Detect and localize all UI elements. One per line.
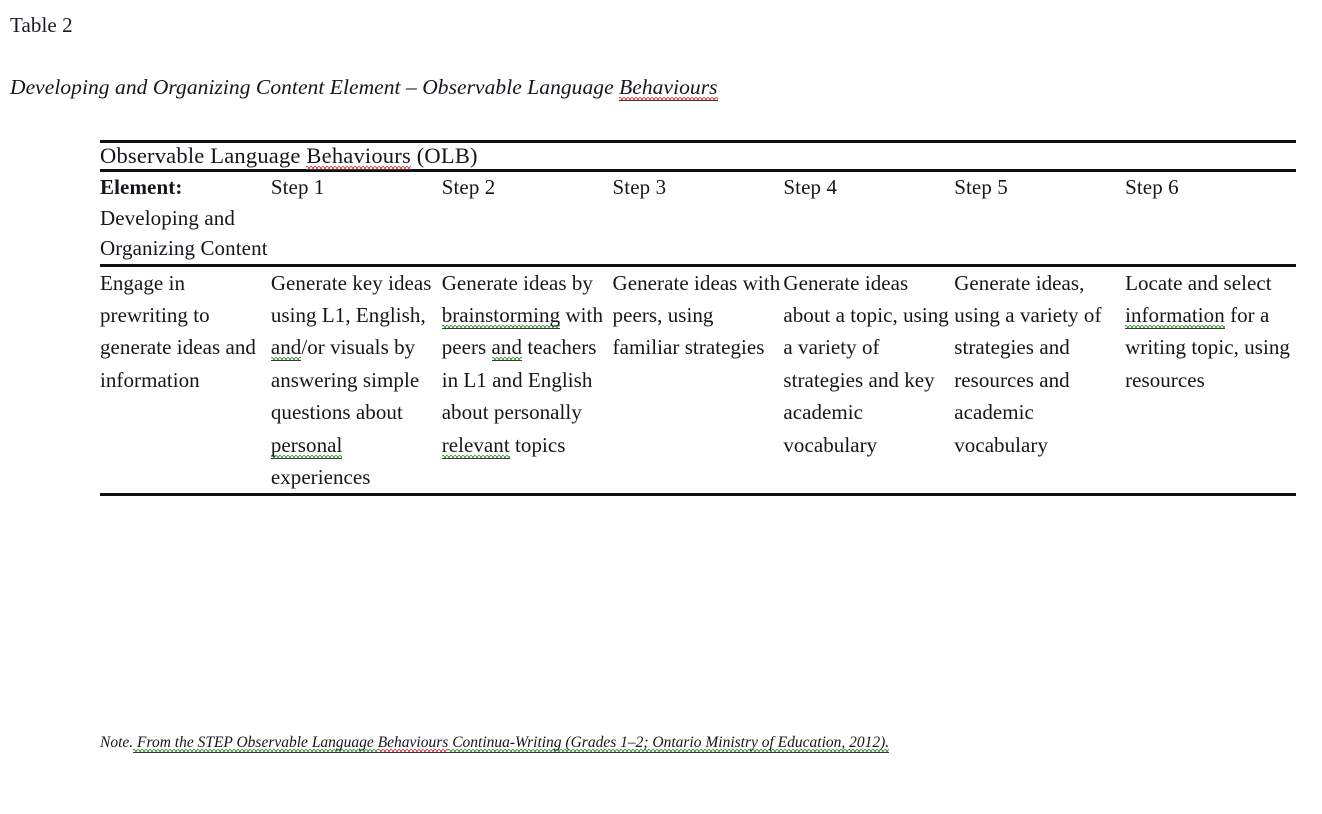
table-title: Developing and Organizing Content Elemen…	[10, 72, 1300, 102]
banner-misspelled-word: Behaviours	[306, 143, 411, 170]
grammar-flagged-text: personal	[270, 432, 343, 459]
table-number-label: Table 2	[10, 13, 73, 37]
note-source: From the STEP Observable Language Behavi…	[133, 734, 890, 753]
plain-text: Generate ideas with peers, using familia…	[612, 270, 781, 360]
row-element-description: Engage in prewriting to generate ideas a…	[100, 270, 256, 392]
cell-step-4: Generate ideas about a topic, using a va…	[783, 265, 954, 495]
table-note: Note. From the STEP Observable Language …	[100, 730, 1000, 755]
column-header-step-3: Step 3	[612, 175, 667, 199]
grammar-flagged-text: brainstorming	[441, 302, 561, 329]
plain-text: Generate ideas, using a variety of strat…	[954, 270, 1102, 457]
cell-step-1: Generate key ideas using L1, English, an…	[270, 265, 442, 495]
grammar-flagged-text: From the STEP Observable Language	[133, 734, 378, 753]
plain-text: topics	[509, 432, 566, 457]
cell-step-6: Locate and select information for a writ…	[1125, 265, 1296, 495]
grammar-flagged-text: Continua-Writing (Grades 1–2; Ontario Mi…	[448, 734, 890, 753]
plain-text: Generate key ideas using L1, English,	[270, 270, 432, 327]
table-banner-cell: Observable Language Behaviours (OLB)	[100, 140, 1296, 172]
note-label: Note.	[100, 734, 134, 751]
plain-text: Locate and select	[1125, 270, 1272, 295]
cell-step-3: Generate ideas with peers, using familia…	[613, 265, 784, 495]
table-title-text: Developing and Organizing Content Elemen…	[10, 75, 620, 99]
plain-text: Generate ideas about a topic, using a va…	[783, 270, 949, 457]
cell-step-2: Generate ideas by brainstorming with pee…	[441, 265, 613, 495]
column-header-step-6: Step 6	[1125, 175, 1179, 199]
element-bold-prefix: Element:	[100, 175, 183, 199]
grammar-flagged-text: and	[270, 335, 302, 362]
table-banner-row: Observable Language Behaviours (OLB)	[100, 140, 1296, 172]
table-caption-block: Table 2 Developing and Organizing Conten…	[10, 10, 1300, 102]
grammar-flagged-text: relevant	[441, 432, 510, 459]
column-header-step-1: Step 1	[270, 175, 325, 199]
misspelled-word: Behaviours	[377, 734, 449, 753]
plain-text: Generate ideas by	[441, 270, 593, 295]
element-label: Developing and Organizing Content	[100, 205, 268, 261]
observable-language-behaviours-table: Observable Language Behaviours (OLB) Ele…	[100, 140, 1296, 496]
column-header-element: Element: Developing and Organizing Conte…	[100, 171, 271, 266]
column-header-step-4: Step 4	[783, 175, 838, 199]
cell-step-5: Generate ideas, using a variety of strat…	[954, 265, 1125, 495]
plain-text: experiences	[270, 464, 371, 489]
grammar-flagged-text: and	[491, 335, 523, 362]
banner-prefix: Observable Language	[100, 143, 307, 168]
column-header-step-2: Step 2	[441, 175, 496, 199]
table-header-row: Element: Developing and Organizing Conte…	[100, 171, 1296, 266]
table-row: Engage in prewriting to generate ideas a…	[100, 265, 1296, 495]
banner-suffix: (OLB)	[410, 143, 478, 168]
column-header-step-5: Step 5	[954, 175, 1008, 199]
table-title-misspelled-word: Behaviours	[619, 75, 718, 101]
grammar-flagged-text: information	[1125, 302, 1225, 329]
